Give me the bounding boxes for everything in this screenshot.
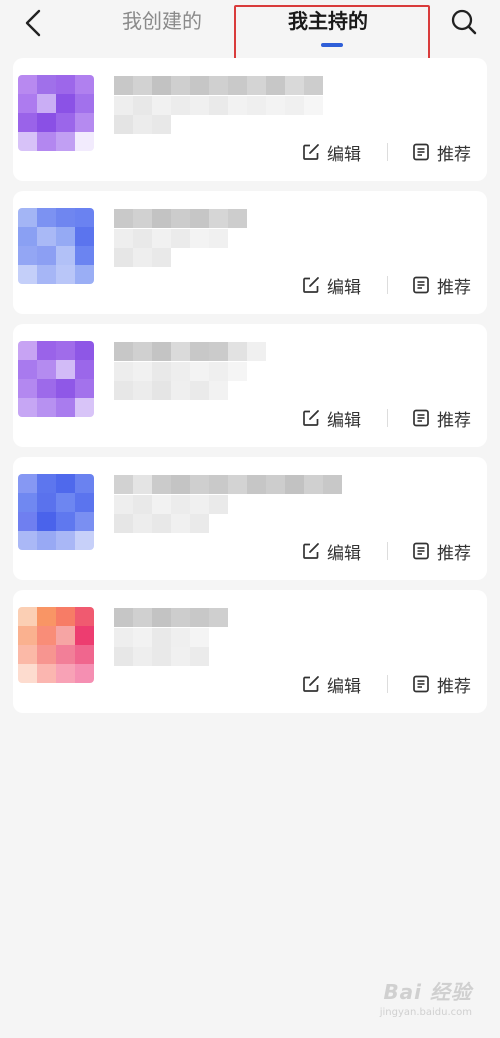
action-divider bbox=[387, 276, 388, 294]
recommend-label: 推荐 bbox=[437, 144, 471, 165]
edit-label: 编辑 bbox=[327, 277, 361, 298]
meta-text bbox=[114, 647, 209, 666]
edit-icon bbox=[303, 144, 319, 160]
card-actions: 编辑 推荐 bbox=[302, 140, 471, 165]
document-icon bbox=[413, 409, 429, 427]
document-icon bbox=[413, 675, 429, 693]
action-divider bbox=[387, 143, 388, 161]
document-icon bbox=[413, 276, 429, 294]
cover-thumbnail bbox=[18, 341, 94, 417]
cover-thumbnail bbox=[18, 474, 94, 550]
card-actions: 编辑 推荐 bbox=[302, 406, 471, 431]
recommend-button[interactable]: 推荐 bbox=[412, 273, 471, 298]
subtitle-text bbox=[114, 229, 228, 248]
list-item[interactable]: 编辑 推荐 bbox=[13, 58, 487, 181]
cover-thumbnail bbox=[18, 607, 94, 683]
recommend-button[interactable]: 推荐 bbox=[412, 406, 471, 431]
tab-hosted[interactable]: 我主持的 bbox=[288, 8, 368, 34]
watermark-url: jingyan.baidu.com bbox=[379, 1007, 472, 1018]
edit-button[interactable]: 编辑 bbox=[302, 273, 361, 298]
action-divider bbox=[387, 675, 388, 693]
chevron-left-icon bbox=[25, 9, 41, 37]
back-button[interactable] bbox=[18, 6, 48, 40]
recommend-label: 推荐 bbox=[437, 543, 471, 564]
edit-button[interactable]: 编辑 bbox=[302, 672, 361, 697]
subtitle-text bbox=[114, 495, 228, 514]
edit-label: 编辑 bbox=[327, 543, 361, 564]
subtitle-text bbox=[114, 362, 247, 381]
document-icon bbox=[413, 542, 429, 560]
cover-thumbnail bbox=[18, 208, 94, 284]
card-actions: 编辑 推荐 bbox=[302, 672, 471, 697]
edit-label: 编辑 bbox=[327, 410, 361, 431]
list-item[interactable]: 编辑 推荐 bbox=[13, 324, 487, 447]
card-actions: 编辑 推荐 bbox=[302, 539, 471, 564]
watermark: Bai 经验 jingyan.baidu.com bbox=[380, 976, 472, 1018]
tab-created[interactable]: 我创建的 bbox=[122, 8, 202, 34]
title-text bbox=[114, 475, 342, 494]
search-icon bbox=[451, 9, 477, 35]
search-button[interactable] bbox=[448, 6, 480, 38]
meta-text bbox=[114, 514, 209, 533]
subtitle-text bbox=[114, 96, 323, 115]
action-divider bbox=[387, 542, 388, 560]
action-divider bbox=[387, 409, 388, 427]
edit-button[interactable]: 编辑 bbox=[302, 406, 361, 431]
edit-label: 编辑 bbox=[327, 144, 361, 165]
hosted-list: 编辑 推荐 编辑 推荐 编辑 推荐 编辑 推荐 编辑 推荐 bbox=[13, 58, 487, 723]
edit-icon bbox=[303, 410, 319, 426]
meta-text bbox=[114, 248, 171, 267]
card-actions: 编辑 推荐 bbox=[302, 273, 471, 298]
document-icon bbox=[413, 143, 429, 161]
recommend-label: 推荐 bbox=[437, 277, 471, 298]
edit-button[interactable]: 编辑 bbox=[302, 539, 361, 564]
recommend-button[interactable]: 推荐 bbox=[412, 539, 471, 564]
list-item[interactable]: 编辑 推荐 bbox=[13, 191, 487, 314]
edit-icon bbox=[303, 543, 319, 559]
meta-text bbox=[114, 115, 171, 134]
active-tab-indicator bbox=[321, 43, 343, 47]
recommend-label: 推荐 bbox=[437, 410, 471, 431]
title-text bbox=[114, 209, 247, 228]
subtitle-text bbox=[114, 628, 209, 647]
watermark-logo-text: Bai 经验 bbox=[383, 980, 472, 1004]
list-item[interactable]: 编辑 推荐 bbox=[13, 457, 487, 580]
edit-icon bbox=[303, 277, 319, 293]
title-text bbox=[114, 342, 266, 361]
meta-text bbox=[114, 381, 228, 400]
edit-icon bbox=[303, 676, 319, 692]
top-bar: 我创建的 我主持的 bbox=[0, 0, 500, 56]
edit-button[interactable]: 编辑 bbox=[302, 140, 361, 165]
list-item[interactable]: 编辑 推荐 bbox=[13, 590, 487, 713]
recommend-button[interactable]: 推荐 bbox=[412, 140, 471, 165]
title-text bbox=[114, 76, 323, 95]
recommend-button[interactable]: 推荐 bbox=[412, 672, 471, 697]
recommend-label: 推荐 bbox=[437, 676, 471, 697]
cover-thumbnail bbox=[18, 75, 94, 151]
title-text bbox=[114, 608, 228, 627]
edit-label: 编辑 bbox=[327, 676, 361, 697]
